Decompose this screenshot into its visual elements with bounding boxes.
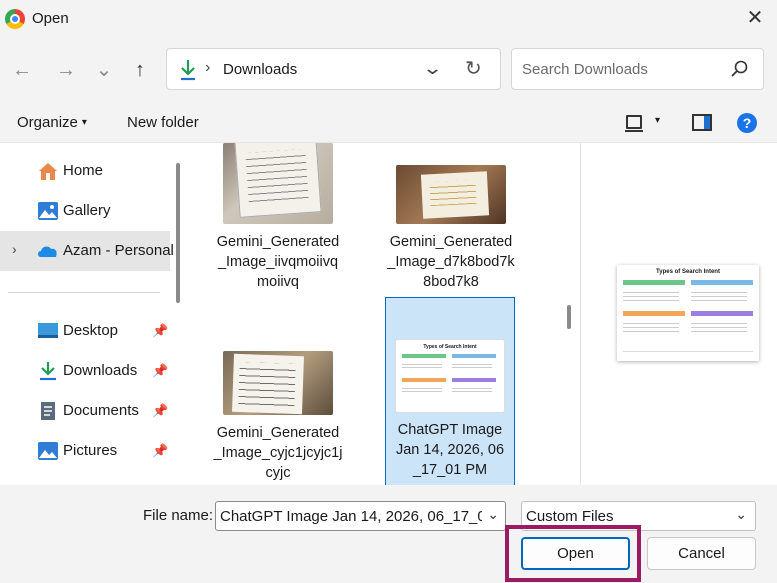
desktop-icon	[38, 323, 58, 338]
new-folder-button[interactable]: New folder	[127, 114, 199, 131]
file-thumbnail	[223, 351, 333, 415]
preview-pane-toggle-icon[interactable]	[692, 114, 712, 131]
up-button[interactable]: ↑	[128, 56, 152, 84]
sidebar-scrollbar[interactable]	[176, 163, 180, 303]
thumbnail-title: Types of Search Intent	[423, 344, 477, 350]
file-thumbnail	[223, 143, 333, 224]
change-view-icon[interactable]	[625, 115, 643, 132]
file-item-selected[interactable]: Types of Search Intent ChatGPT Image Jan…	[385, 297, 515, 486]
close-button[interactable]: ✕	[743, 6, 767, 30]
preview-title: Types of Search Intent	[656, 269, 720, 275]
sidebar-item-label: Azam - Personal	[63, 242, 174, 259]
file-item[interactable]: Gemini_Generated_Image_d7k8bod7k8bod7k8	[386, 165, 516, 292]
chrome-icon	[5, 9, 25, 29]
help-icon[interactable]: ?	[737, 113, 757, 133]
back-button[interactable]: ←	[10, 56, 34, 84]
breadcrumb-separator: ›	[205, 59, 211, 76]
file-name: Gemini_Generated_Image_iivqmoiivqmoiivq	[216, 234, 340, 290]
sidebar-item-downloads[interactable]: Downloads 📌	[0, 351, 170, 391]
sidebar-item-pictures[interactable]: Pictures 📌	[0, 431, 170, 471]
onedrive-cloud-icon	[38, 246, 57, 257]
navigation-bar: ← → ⌄ ↑ › Downloads ⌄ ↻ Search Downloads	[0, 38, 777, 102]
cancel-button[interactable]: Cancel	[647, 537, 756, 570]
file-name-label: File name:	[143, 507, 214, 524]
file-name: Gemini_Generated_Image_cyjc1jcyjc1jcyjc	[213, 425, 343, 481]
pin-icon[interactable]: 📌	[152, 443, 168, 459]
documents-icon	[41, 402, 55, 420]
address-dropdown-button[interactable]: ⌄	[422, 58, 443, 79]
open-button[interactable]: Open	[521, 537, 630, 570]
file-name: Gemini_Generated_Image_d7k8bod7k8bod7k8	[387, 234, 515, 290]
sidebar-item-label: Downloads	[63, 362, 138, 379]
file-name: ChatGPT Image Jan 14, 2026, 06_17_01 PM	[395, 422, 505, 478]
main-content: Home Gallery › Azam - Personal Desktop 📌…	[0, 142, 777, 486]
chevron-right-icon[interactable]: ›	[12, 241, 17, 257]
file-list: Gemini_Generated_Image_iivqmoiivqmoiivq …	[188, 143, 580, 486]
title-bar: Open ✕	[0, 0, 777, 38]
file-item[interactable]: Gemini_Generated_Image_iivqmoiivqmoiivq	[213, 143, 343, 292]
forward-button[interactable]: →	[54, 56, 78, 84]
refresh-button[interactable]: ↻	[465, 56, 482, 81]
file-item[interactable]: Gemini_Generated_Image_cyjc1jcyjc1jcyjc	[213, 351, 343, 483]
file-thumbnail: Types of Search Intent	[396, 340, 504, 412]
file-thumbnail	[396, 165, 506, 224]
chevron-down-icon[interactable]: ⌄	[487, 506, 499, 523]
pin-icon[interactable]: 📌	[152, 323, 168, 339]
file-name-value[interactable]: ChatGPT Image Jan 14, 2026, 06_17_01 PM	[220, 508, 482, 525]
sidebar-item-desktop[interactable]: Desktop 📌	[0, 311, 170, 351]
organize-label: Organize	[17, 114, 78, 131]
file-type-value: Custom Files	[526, 508, 614, 525]
pin-icon[interactable]: 📌	[152, 363, 168, 379]
search-box[interactable]: Search Downloads	[511, 48, 764, 90]
sidebar-item-documents[interactable]: Documents 📌	[0, 391, 170, 431]
sidebar-item-label: Documents	[63, 402, 139, 419]
search-icon	[731, 60, 748, 77]
sidebar-item-gallery[interactable]: Gallery	[0, 191, 170, 231]
organize-caret-icon: ▾	[81, 117, 87, 128]
view-options-caret-icon[interactable]: ▾	[655, 115, 660, 126]
pictures-icon	[38, 442, 58, 460]
download-arrow-icon	[181, 60, 195, 81]
breadcrumb-downloads[interactable]: Downloads	[223, 61, 297, 78]
sidebar-item-label: Home	[63, 162, 104, 179]
gallery-icon	[38, 202, 58, 220]
downloads-icon	[40, 362, 56, 381]
navigation-pane: Home Gallery › Azam - Personal Desktop 📌…	[0, 143, 186, 486]
file-list-scrollbar[interactable]	[567, 305, 571, 329]
address-bar[interactable]: › Downloads ⌄ ↻	[166, 48, 501, 90]
home-icon	[39, 163, 57, 180]
chevron-down-icon[interactable]: ⌄	[735, 506, 747, 523]
sidebar-divider	[8, 292, 160, 293]
preview-pane: Types of Search Intent	[580, 143, 777, 486]
dialog-footer: File name: ChatGPT Image Jan 14, 2026, 0…	[0, 485, 777, 583]
sidebar-item-label: Gallery	[63, 202, 111, 219]
sidebar-item-onedrive[interactable]: › Azam - Personal	[0, 231, 174, 271]
command-bar: Organize ▾ New folder ▾ ?	[0, 102, 777, 142]
window-title: Open	[32, 10, 69, 27]
file-name-field[interactable]: ChatGPT Image Jan 14, 2026, 06_17_01 PM …	[215, 501, 506, 531]
preview-image: Types of Search Intent	[617, 265, 759, 361]
pin-icon[interactable]: 📌	[152, 403, 168, 419]
sidebar-item-label: Desktop	[63, 322, 119, 339]
sidebar-item-label: Pictures	[63, 442, 118, 459]
sidebar-item-home[interactable]: Home	[0, 151, 170, 191]
search-input[interactable]: Search Downloads	[522, 61, 648, 78]
organize-button[interactable]: Organize ▾	[17, 114, 87, 131]
recent-locations-button[interactable]: ⌄	[92, 56, 116, 84]
